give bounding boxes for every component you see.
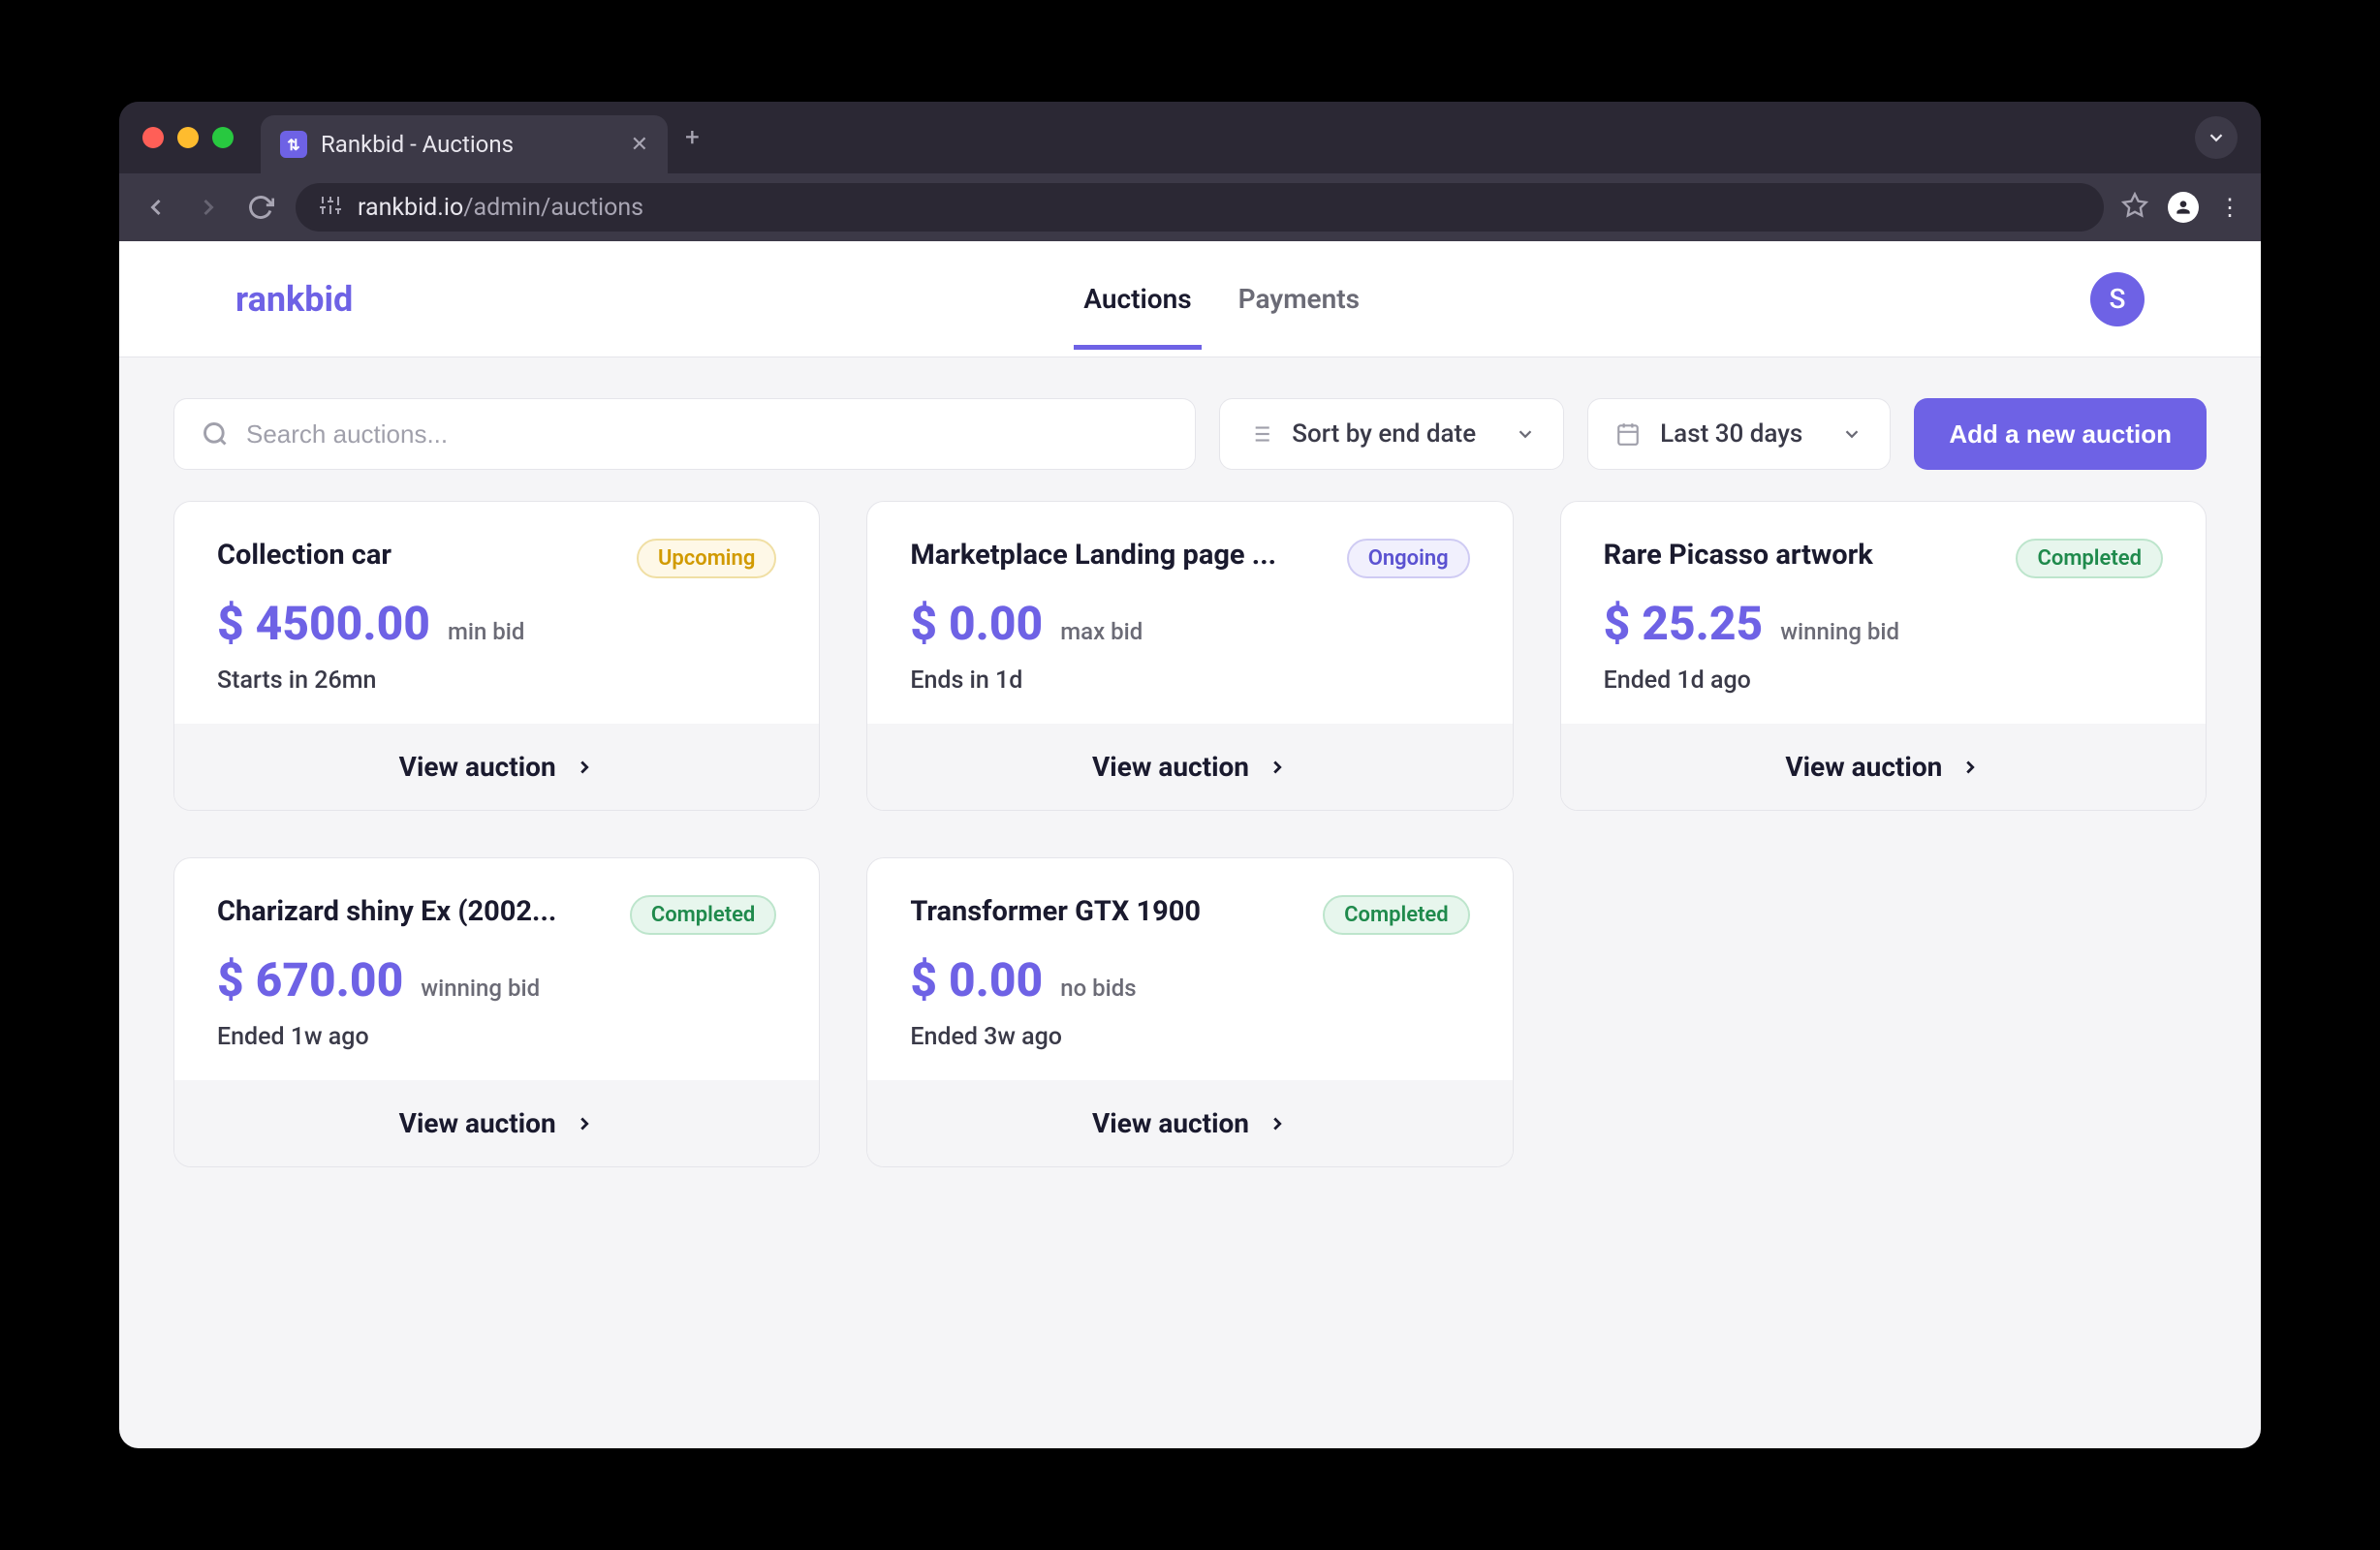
chevron-right-icon xyxy=(1267,757,1288,778)
view-auction-button[interactable]: View auction xyxy=(867,724,1512,810)
add-auction-button[interactable]: Add a new auction xyxy=(1914,398,2207,470)
price-label: no bids xyxy=(1060,975,1136,1002)
auction-title: Collection car xyxy=(217,539,391,572)
view-auction-button[interactable]: View auction xyxy=(867,1080,1512,1166)
calendar-icon xyxy=(1615,421,1641,447)
back-button[interactable] xyxy=(139,194,173,221)
status-badge: Ongoing xyxy=(1347,539,1470,578)
window-maximize-button[interactable] xyxy=(212,127,234,148)
logo[interactable]: rankbid xyxy=(235,279,353,320)
nav-tab-payments[interactable]: Payments xyxy=(1238,283,1360,350)
auction-meta: Ended 1w ago xyxy=(217,1023,776,1051)
chevron-right-icon xyxy=(1267,1113,1288,1134)
chevron-down-icon xyxy=(1515,423,1536,445)
auction-card: Rare Picasso artwork Completed $ 25.25 w… xyxy=(1560,501,2207,811)
view-auction-label: View auction xyxy=(1785,751,1942,783)
status-badge: Completed xyxy=(2016,539,2163,578)
auction-meta: Ends in 1d xyxy=(910,666,1469,695)
sort-label: Sort by end date xyxy=(1292,419,1476,449)
app-header: rankbid Auctions Payments S xyxy=(119,241,2261,357)
chevron-down-icon xyxy=(1841,423,1863,445)
auction-meta: Ended 3w ago xyxy=(910,1023,1469,1051)
price-label: winning bid xyxy=(421,975,540,1002)
url-host: rankbid.io xyxy=(358,194,463,222)
auction-meta: Ended 1d ago xyxy=(1604,666,2163,695)
sort-dropdown[interactable]: Sort by end date xyxy=(1219,398,1564,470)
view-auction-label: View auction xyxy=(1092,751,1249,783)
auction-title: Rare Picasso artwork xyxy=(1604,539,1873,572)
tabs-menu-button[interactable] xyxy=(2195,116,2238,159)
search-input[interactable] xyxy=(246,419,1168,450)
new-tab-button[interactable]: + xyxy=(685,123,700,152)
browser-tab-bar: ⇅ Rankbid - Auctions ✕ + xyxy=(119,102,2261,173)
favicon-icon: ⇅ xyxy=(280,131,307,158)
window-controls xyxy=(142,127,234,148)
date-label: Last 30 days xyxy=(1660,419,1802,449)
auctions-grid: Collection car Upcoming $ 4500.00 min bi… xyxy=(119,501,2261,1222)
browser-tab[interactable]: ⇅ Rankbid - Auctions ✕ xyxy=(261,115,668,173)
tab-close-button[interactable]: ✕ xyxy=(631,133,648,157)
chevron-right-icon xyxy=(574,1113,595,1134)
profile-button[interactable] xyxy=(2168,192,2199,223)
view-auction-button[interactable]: View auction xyxy=(174,724,819,810)
auction-card: Charizard shiny Ex (2002... Completed $ … xyxy=(173,857,820,1167)
forward-button[interactable] xyxy=(191,194,226,221)
auction-price: $ 0.00 xyxy=(910,596,1043,651)
auction-price: $ 670.00 xyxy=(217,952,403,1008)
view-auction-label: View auction xyxy=(399,751,556,783)
auction-price: $ 4500.00 xyxy=(217,596,430,651)
status-badge: Completed xyxy=(1323,895,1470,935)
status-badge: Completed xyxy=(630,895,777,935)
date-dropdown[interactable]: Last 30 days xyxy=(1587,398,1891,470)
price-label: max bid xyxy=(1060,618,1143,645)
app-content: rankbid Auctions Payments S Sort by end … xyxy=(119,241,2261,1448)
search-icon xyxy=(202,420,229,448)
address-bar: rankbid.io/admin/auctions ⋮ xyxy=(119,173,2261,241)
url-bar[interactable]: rankbid.io/admin/auctions xyxy=(296,183,2104,232)
auction-price: $ 0.00 xyxy=(910,952,1043,1008)
view-auction-button[interactable]: View auction xyxy=(174,1080,819,1166)
price-label: min bid xyxy=(448,618,524,645)
tab-title: Rankbid - Auctions xyxy=(321,131,617,158)
url-path: /admin/auctions xyxy=(463,194,643,222)
bookmark-button[interactable] xyxy=(2121,192,2148,223)
search-box[interactable] xyxy=(173,398,1196,470)
nav-tabs: Auctions Payments xyxy=(1083,283,1360,315)
auction-card: Transformer GTX 1900 Completed $ 0.00 no… xyxy=(866,857,1513,1167)
auction-meta: Starts in 26mn xyxy=(217,666,776,695)
view-auction-label: View auction xyxy=(1092,1107,1249,1139)
controls-row: Sort by end date Last 30 days Add a new … xyxy=(119,357,2261,501)
list-icon xyxy=(1247,421,1272,447)
browser-menu-button[interactable]: ⋮ xyxy=(2218,194,2241,221)
window-minimize-button[interactable] xyxy=(177,127,199,148)
browser-window: ⇅ Rankbid - Auctions ✕ + rankbid.io/admi… xyxy=(119,102,2261,1448)
auction-card: Marketplace Landing page ... Ongoing $ 0… xyxy=(866,501,1513,811)
auction-price: $ 25.25 xyxy=(1604,596,1764,651)
chevron-right-icon xyxy=(574,757,595,778)
chevron-right-icon xyxy=(1959,757,1981,778)
status-badge: Upcoming xyxy=(637,539,776,578)
nav-tab-auctions[interactable]: Auctions xyxy=(1083,283,1191,350)
window-close-button[interactable] xyxy=(142,127,164,148)
auction-title: Charizard shiny Ex (2002... xyxy=(217,895,556,928)
site-settings-icon[interactable] xyxy=(319,194,342,221)
view-auction-button[interactable]: View auction xyxy=(1561,724,2206,810)
url-text: rankbid.io/admin/auctions xyxy=(358,194,643,222)
avatar[interactable]: S xyxy=(2090,272,2145,326)
auction-title: Marketplace Landing page ... xyxy=(910,539,1276,572)
price-label: winning bid xyxy=(1780,618,1899,645)
view-auction-label: View auction xyxy=(399,1107,556,1139)
auction-card: Collection car Upcoming $ 4500.00 min bi… xyxy=(173,501,820,811)
reload-button[interactable] xyxy=(243,194,278,221)
auction-title: Transformer GTX 1900 xyxy=(910,895,1201,928)
